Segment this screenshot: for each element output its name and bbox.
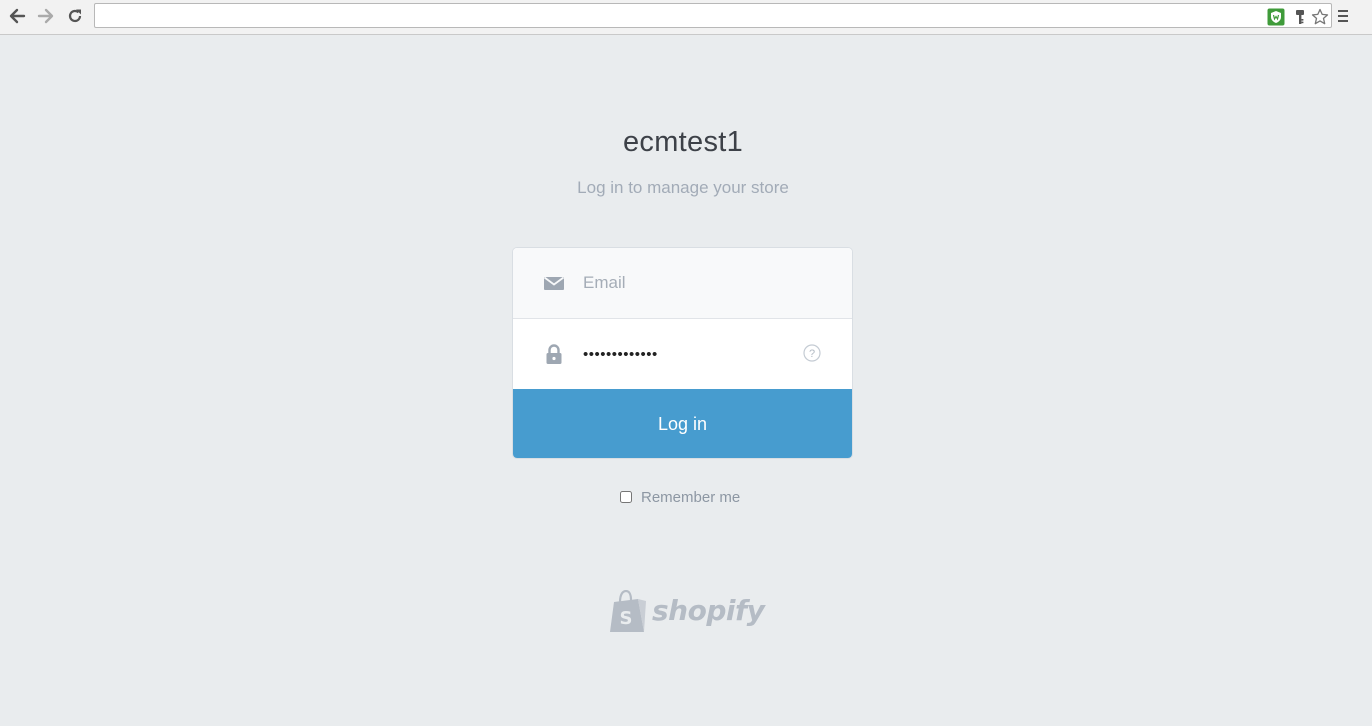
menu-icon[interactable] [1338,9,1348,23]
password-field[interactable] [583,340,803,368]
store-name: ecmtest1 [622,126,744,158]
svg-text:?: ? [809,348,815,360]
address-input[interactable] [101,7,1261,25]
remember-me-checkbox[interactable] [620,491,632,503]
login-subtitle: Log in to manage your store [577,178,789,197]
email-row [513,248,852,319]
back-button[interactable] [6,5,28,27]
help-icon[interactable]: ? [803,344,821,362]
arrow-left-icon [9,8,26,24]
reload-icon [68,9,82,23]
remember-me-label: Remember me [641,488,741,506]
browser-toolbar [0,0,1372,35]
login-form: ? Log in [512,247,853,459]
remember-me[interactable]: Remember me [620,487,740,507]
arrow-right-icon [37,8,54,24]
shield-extension-icon[interactable] [1267,8,1285,26]
shopify-logo-text: shopify [652,594,765,627]
star-icon[interactable] [1311,8,1329,26]
reload-button[interactable] [64,5,86,27]
envelope-icon [543,276,565,290]
email-field[interactable] [583,269,803,297]
key-icon[interactable] [1291,8,1309,26]
password-row: ? [513,319,852,389]
shopify-logo: S shopify [608,590,765,636]
svg-text:S: S [620,608,633,629]
forward-button[interactable] [35,5,57,27]
lock-icon [546,344,562,364]
login-button[interactable]: Log in [513,389,852,458]
shopping-bag-icon: S [610,590,646,632]
address-bar[interactable] [94,3,1332,28]
